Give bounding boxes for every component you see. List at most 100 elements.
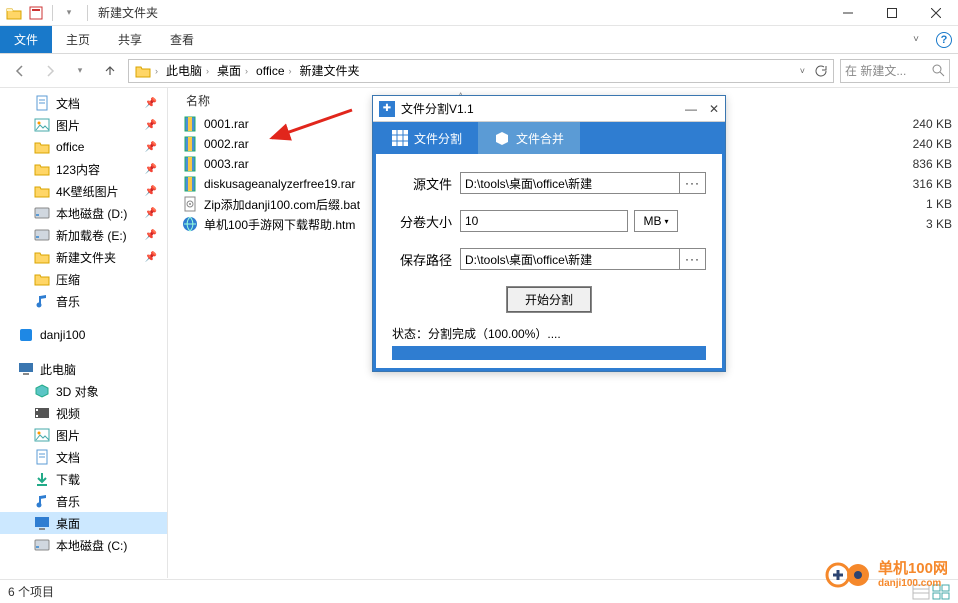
minimize-button[interactable]: [826, 0, 870, 26]
pin-icon: 📌: [145, 252, 157, 263]
close-button[interactable]: [914, 0, 958, 26]
file-item[interactable]: 0003.rar: [182, 154, 360, 174]
3d-icon: [34, 383, 50, 399]
disk-icon: [34, 227, 50, 243]
file-item[interactable]: Zip添加danji100.com后缀.bat: [182, 194, 360, 214]
breadcrumb-seg[interactable]: 桌面›: [213, 60, 252, 82]
sidebar-item-danji[interactable]: danji100: [0, 324, 167, 346]
folder-icon: [34, 249, 50, 265]
sidebar-item[interactable]: 图片: [0, 424, 167, 446]
source-input[interactable]: [460, 172, 680, 194]
pin-icon: 📌: [145, 208, 157, 219]
up-button[interactable]: [98, 59, 122, 83]
folder-icon: [34, 271, 50, 287]
file-item[interactable]: 0002.rar: [182, 134, 360, 154]
browse-save-button[interactable]: ···: [680, 248, 706, 270]
qat-dropdown-icon[interactable]: ▾: [59, 3, 79, 23]
column-name[interactable]: 名称: [186, 92, 210, 109]
folder-icon: [4, 3, 24, 23]
address-bar: ▾ › 此电脑› 桌面› office› 新建文件夹 ˅ 在 新建文...: [0, 54, 958, 88]
dialog-close-button[interactable]: ✕: [709, 102, 719, 116]
breadcrumb-seg[interactable]: 此电脑›: [162, 60, 213, 82]
refresh-icon[interactable]: [813, 64, 827, 78]
sidebar-item[interactable]: office📌: [0, 136, 167, 158]
rar-icon: [182, 136, 198, 152]
sidebar: 文档📌图片📌office📌123内容📌4K壁纸图片📌本地磁盘 (D:)📌新加载卷…: [0, 88, 168, 578]
recent-dropdown[interactable]: ▾: [68, 59, 92, 83]
expand-ribbon-icon[interactable]: ˅: [902, 26, 930, 53]
picture-icon: [34, 427, 50, 443]
grid-icon: [392, 130, 408, 146]
rar-icon: [182, 176, 198, 192]
dialog-titlebar[interactable]: ✚ 文件分割V1.1 — ✕: [373, 96, 725, 122]
breadcrumb-seg[interactable]: 新建文件夹: [296, 60, 364, 82]
ribbon: 文件 主页 共享 查看 ˅ ?: [0, 26, 958, 54]
search-input[interactable]: 在 新建文...: [840, 59, 950, 83]
sidebar-item[interactable]: 桌面: [0, 512, 167, 534]
sidebar-item-pc[interactable]: 此电脑: [0, 358, 167, 380]
breadcrumb[interactable]: › 此电脑› 桌面› office› 新建文件夹 ˅: [128, 59, 834, 83]
browse-source-button[interactable]: ···: [680, 172, 706, 194]
save-input[interactable]: [460, 248, 680, 270]
dialog-minimize-button[interactable]: —: [685, 102, 697, 116]
sidebar-item[interactable]: 音乐: [0, 490, 167, 512]
pin-icon: 📌: [145, 142, 157, 153]
sidebar-item[interactable]: 本地磁盘 (D:)📌: [0, 202, 167, 224]
tab-file[interactable]: 文件: [0, 26, 52, 53]
maximize-button[interactable]: [870, 0, 914, 26]
sidebar-item[interactable]: 文档📌: [0, 92, 167, 114]
help-icon[interactable]: ?: [930, 26, 958, 53]
folder-icon: [34, 139, 50, 155]
tab-home[interactable]: 主页: [52, 26, 104, 53]
size-input[interactable]: [460, 210, 628, 232]
sidebar-item[interactable]: 本地磁盘 (C:): [0, 534, 167, 556]
sidebar-item[interactable]: 新建文件夹📌: [0, 246, 167, 268]
pin-icon: 📌: [145, 120, 157, 131]
disk-icon: [34, 205, 50, 221]
file-item[interactable]: 单机100手游网下载帮助.htm: [182, 214, 360, 234]
rar-icon: [182, 116, 198, 132]
label-size: 分卷大小: [392, 212, 452, 231]
sidebar-item[interactable]: 新加载卷 (E:)📌: [0, 224, 167, 246]
tab-merge[interactable]: 文件合并: [478, 122, 580, 154]
file-item[interactable]: diskusageanalyzerfree19.rar: [182, 174, 360, 194]
sidebar-item[interactable]: 4K壁纸图片📌: [0, 180, 167, 202]
file-size: 240 KB: [902, 134, 952, 154]
tab-share[interactable]: 共享: [104, 26, 156, 53]
item-count: 6 个项目: [8, 583, 54, 600]
unit-select[interactable]: MB▾: [634, 210, 678, 232]
bat-icon: [182, 196, 198, 212]
sidebar-item[interactable]: 压缩: [0, 268, 167, 290]
sidebar-item[interactable]: 下载: [0, 468, 167, 490]
back-button[interactable]: [8, 59, 32, 83]
label-source: 源文件: [392, 174, 452, 193]
pin-icon: 📌: [145, 230, 157, 241]
forward-button[interactable]: [38, 59, 62, 83]
htm-icon: [182, 216, 198, 232]
pin-icon: 📌: [145, 98, 157, 109]
dialog-title: 文件分割V1.1: [401, 100, 474, 117]
box-icon: [494, 130, 510, 146]
sidebar-item[interactable]: 图片📌: [0, 114, 167, 136]
sidebar-item[interactable]: 文档: [0, 446, 167, 468]
sidebar-item[interactable]: 123内容📌: [0, 158, 167, 180]
sidebar-item[interactable]: 音乐: [0, 290, 167, 312]
pin-icon: 📌: [145, 164, 157, 175]
properties-icon[interactable]: [26, 3, 46, 23]
sidebar-item[interactable]: 视频: [0, 402, 167, 424]
file-item[interactable]: 0001.rar: [182, 114, 360, 134]
window-title: 新建文件夹: [98, 4, 158, 21]
pin-icon: 📌: [145, 186, 157, 197]
breadcrumb-seg[interactable]: office›: [252, 60, 295, 82]
folder-icon: [34, 183, 50, 199]
music-icon: [34, 293, 50, 309]
start-split-button[interactable]: 开始分割: [506, 286, 592, 313]
folder-icon: ›: [131, 60, 162, 82]
sidebar-item[interactable]: 3D 对象: [0, 380, 167, 402]
tab-split[interactable]: 文件分割: [376, 122, 478, 154]
logo-icon: [824, 557, 872, 589]
progress-bar: [392, 346, 706, 360]
dialog-status: 状态：分割完成（100.00%）....: [392, 323, 706, 344]
dropdown-icon[interactable]: ˅: [800, 66, 805, 76]
tab-view[interactable]: 查看: [156, 26, 208, 53]
